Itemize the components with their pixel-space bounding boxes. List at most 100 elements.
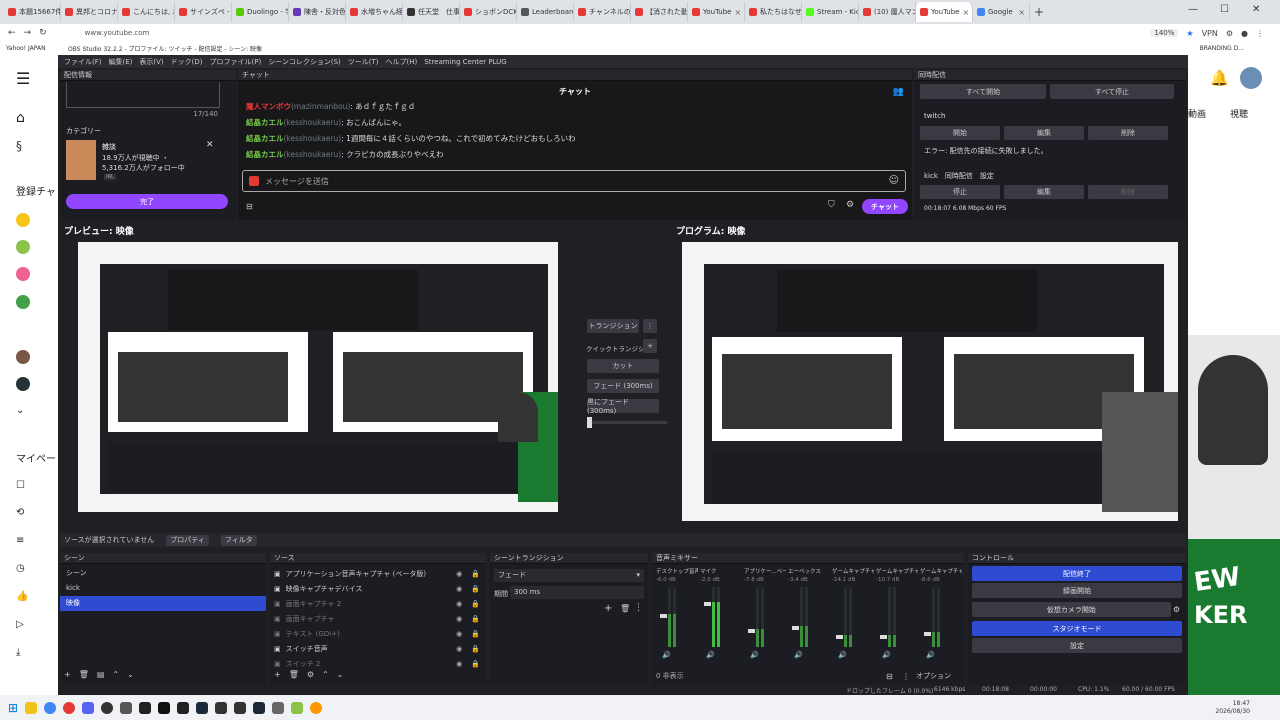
transition-select[interactable]: フェード ▾ bbox=[494, 569, 644, 582]
smiley-icon[interactable]: ☺ bbox=[889, 175, 899, 186]
settings-icon[interactable]: ⚙ bbox=[1226, 29, 1233, 38]
browser-tab[interactable]: ショボンDCKえンフ× bbox=[460, 2, 517, 22]
minimize-button[interactable]: — bbox=[1188, 4, 1198, 15]
forward-icon[interactable]: → bbox=[24, 28, 32, 38]
obs-menu-item[interactable]: ヘルプ(H) bbox=[386, 57, 418, 67]
liked-icon[interactable]: 👍 bbox=[16, 591, 28, 602]
browser-tab[interactable]: こんにちは, お手× bbox=[118, 2, 175, 22]
star-icon[interactable]: ★ bbox=[1186, 29, 1193, 38]
vpn-label[interactable]: VPN bbox=[1202, 29, 1218, 38]
app-icon[interactable] bbox=[120, 701, 133, 714]
url-field[interactable]: www.youtube.com bbox=[85, 29, 150, 37]
obs-menu-item[interactable]: 編集(E) bbox=[109, 57, 133, 67]
twitch-start-button[interactable]: 開始 bbox=[920, 126, 1000, 140]
channel-avatar-2[interactable] bbox=[16, 240, 30, 254]
source-item[interactable]: ▣ 画面キャプチャ ◉ 🔒 bbox=[270, 611, 486, 626]
preview-canvas[interactable] bbox=[78, 242, 558, 512]
delete-source-icon[interactable]: 🗑 bbox=[289, 670, 299, 679]
channel-icon[interactable]: ☐ bbox=[16, 480, 25, 491]
stop-all-button[interactable]: すべて停止 bbox=[1050, 84, 1174, 99]
maximize-button[interactable]: ☐ bbox=[1220, 4, 1229, 15]
obs-menu-item[interactable]: 表示(V) bbox=[139, 57, 163, 67]
virtual-camera-button[interactable]: 仮想カメラ開始 bbox=[972, 602, 1171, 617]
videos-icon[interactable]: ▷ bbox=[16, 619, 24, 630]
profile-icon[interactable]: ● bbox=[1241, 29, 1248, 38]
app-icon-2[interactable] bbox=[215, 701, 228, 714]
volume-fader[interactable] bbox=[792, 626, 799, 630]
visibility-icon[interactable]: ◉ bbox=[456, 570, 462, 578]
source-item[interactable]: ▣ 映像キャプチャデバイス ◉ 🔒 bbox=[270, 581, 486, 596]
volume-fader[interactable] bbox=[924, 632, 931, 636]
browser-tab[interactable]: Stream - Kick D× bbox=[802, 2, 859, 22]
browser-tab[interactable]: Duolingo - 学習× bbox=[232, 2, 289, 22]
lock-icon[interactable]: 🔒 bbox=[471, 585, 480, 593]
mute-icon[interactable]: 🔊 bbox=[926, 651, 935, 659]
browser-tab[interactable]: 異邦とコロナの遊× bbox=[61, 2, 118, 22]
transition-menu-icon-2[interactable]: ⋮ bbox=[634, 603, 643, 613]
stream-title-input[interactable] bbox=[66, 82, 220, 108]
volume-fader[interactable] bbox=[880, 635, 887, 639]
move-up-icon[interactable]: ⌃ bbox=[112, 670, 119, 679]
mute-icon[interactable]: 🔊 bbox=[882, 651, 891, 659]
browser-tab[interactable]: YouTube × bbox=[916, 2, 973, 22]
fade-button[interactable]: フェード (300ms) bbox=[587, 379, 659, 393]
close-icon[interactable]: ✕ bbox=[206, 140, 214, 150]
steam-icon[interactable] bbox=[196, 701, 209, 714]
tbar-slider[interactable] bbox=[587, 417, 667, 428]
source-settings-icon[interactable]: ⚙ bbox=[307, 670, 314, 679]
transition-menu-icon[interactable]: ⋮ bbox=[643, 319, 657, 333]
add-scene-icon[interactable]: + bbox=[64, 670, 71, 679]
volume-fader[interactable] bbox=[836, 635, 843, 639]
steam-icon-2[interactable] bbox=[253, 701, 266, 714]
delete-scene-icon[interactable]: 🗑 bbox=[79, 670, 89, 679]
options-button[interactable]: オプション bbox=[916, 671, 951, 681]
obs-menu-item[interactable]: Streaming Center PLUG bbox=[424, 58, 506, 66]
lock-icon[interactable]: 🔒 bbox=[471, 630, 480, 638]
twitch-edit-button[interactable]: 編集 bbox=[1004, 126, 1084, 140]
start-all-button[interactable]: すべて開始 bbox=[920, 84, 1046, 99]
lock-icon[interactable]: 🔒 bbox=[471, 660, 480, 668]
scene-item[interactable]: シーン bbox=[60, 566, 266, 581]
move-down-icon[interactable]: ⌄ bbox=[127, 670, 134, 679]
virtual-camera-gear-icon[interactable]: ⚙ bbox=[1173, 605, 1180, 614]
volume-fader[interactable] bbox=[748, 629, 755, 633]
source-item[interactable]: ▣ スイッチ 2 ◉ 🔒 bbox=[270, 656, 486, 671]
tab-close-icon[interactable]: × bbox=[1018, 8, 1025, 17]
app-icon-5[interactable] bbox=[291, 701, 304, 714]
browser-icon[interactable] bbox=[63, 701, 76, 714]
mixer-layout-icon[interactable]: ⊟ bbox=[886, 672, 893, 681]
source-up-icon[interactable]: ⌃ bbox=[322, 670, 329, 679]
mute-icon[interactable]: 🔊 bbox=[662, 651, 671, 659]
scene-item[interactable]: 映像 bbox=[60, 596, 266, 611]
chat-username[interactable]: 結晶カエル bbox=[246, 134, 284, 143]
browser-tab[interactable]: 私たちはなぜま× bbox=[745, 2, 802, 22]
download-icon[interactable]: ⤓ bbox=[16, 647, 20, 658]
obs-menu-item[interactable]: ドック(D) bbox=[171, 57, 203, 67]
notification-icon[interactable]: 🔔 bbox=[1210, 69, 1229, 87]
bookmark-yahoo[interactable]: Yahoo! JAPAN bbox=[6, 45, 46, 52]
browser-tab[interactable]: Leaderboards | Rua× bbox=[517, 2, 574, 22]
yt-tab-videos[interactable]: 動画 bbox=[1188, 107, 1206, 120]
vpn-icon[interactable] bbox=[177, 701, 190, 714]
mute-icon[interactable]: 🔊 bbox=[794, 651, 803, 659]
channel-avatar-1[interactable] bbox=[16, 213, 30, 227]
users-icon[interactable]: 👥 bbox=[893, 87, 904, 97]
mute-icon[interactable]: 🔊 bbox=[750, 651, 759, 659]
new-tab-button[interactable]: + bbox=[1034, 5, 1044, 19]
twitch-delete-button[interactable]: 削除 bbox=[1088, 126, 1168, 140]
channel-avatar-5[interactable] bbox=[16, 350, 30, 364]
done-button[interactable]: 完了 bbox=[66, 194, 228, 209]
visibility-icon[interactable]: ◉ bbox=[456, 645, 462, 653]
delete-transition-icon[interactable]: 🗑 bbox=[620, 604, 630, 613]
app-icon-3[interactable] bbox=[234, 701, 247, 714]
clock[interactable]: 18:47 2026/08/30 bbox=[1215, 700, 1250, 716]
home-icon[interactable]: ⌂ bbox=[16, 110, 25, 126]
duration-input[interactable]: 300 ms bbox=[510, 586, 644, 599]
chat-input[interactable]: メッセージを送信 ☺ bbox=[242, 170, 906, 192]
bookmark-branding[interactable]: BRANDING D... bbox=[1200, 45, 1244, 52]
channel-avatar-3[interactable] bbox=[16, 267, 30, 281]
visibility-icon[interactable]: ◉ bbox=[456, 615, 462, 623]
obs-menu-item[interactable]: プロファイル(P) bbox=[210, 57, 262, 67]
browser-tab[interactable]: チャンネルのコンテ× bbox=[574, 2, 631, 22]
visibility-icon[interactable]: ◉ bbox=[456, 585, 462, 593]
